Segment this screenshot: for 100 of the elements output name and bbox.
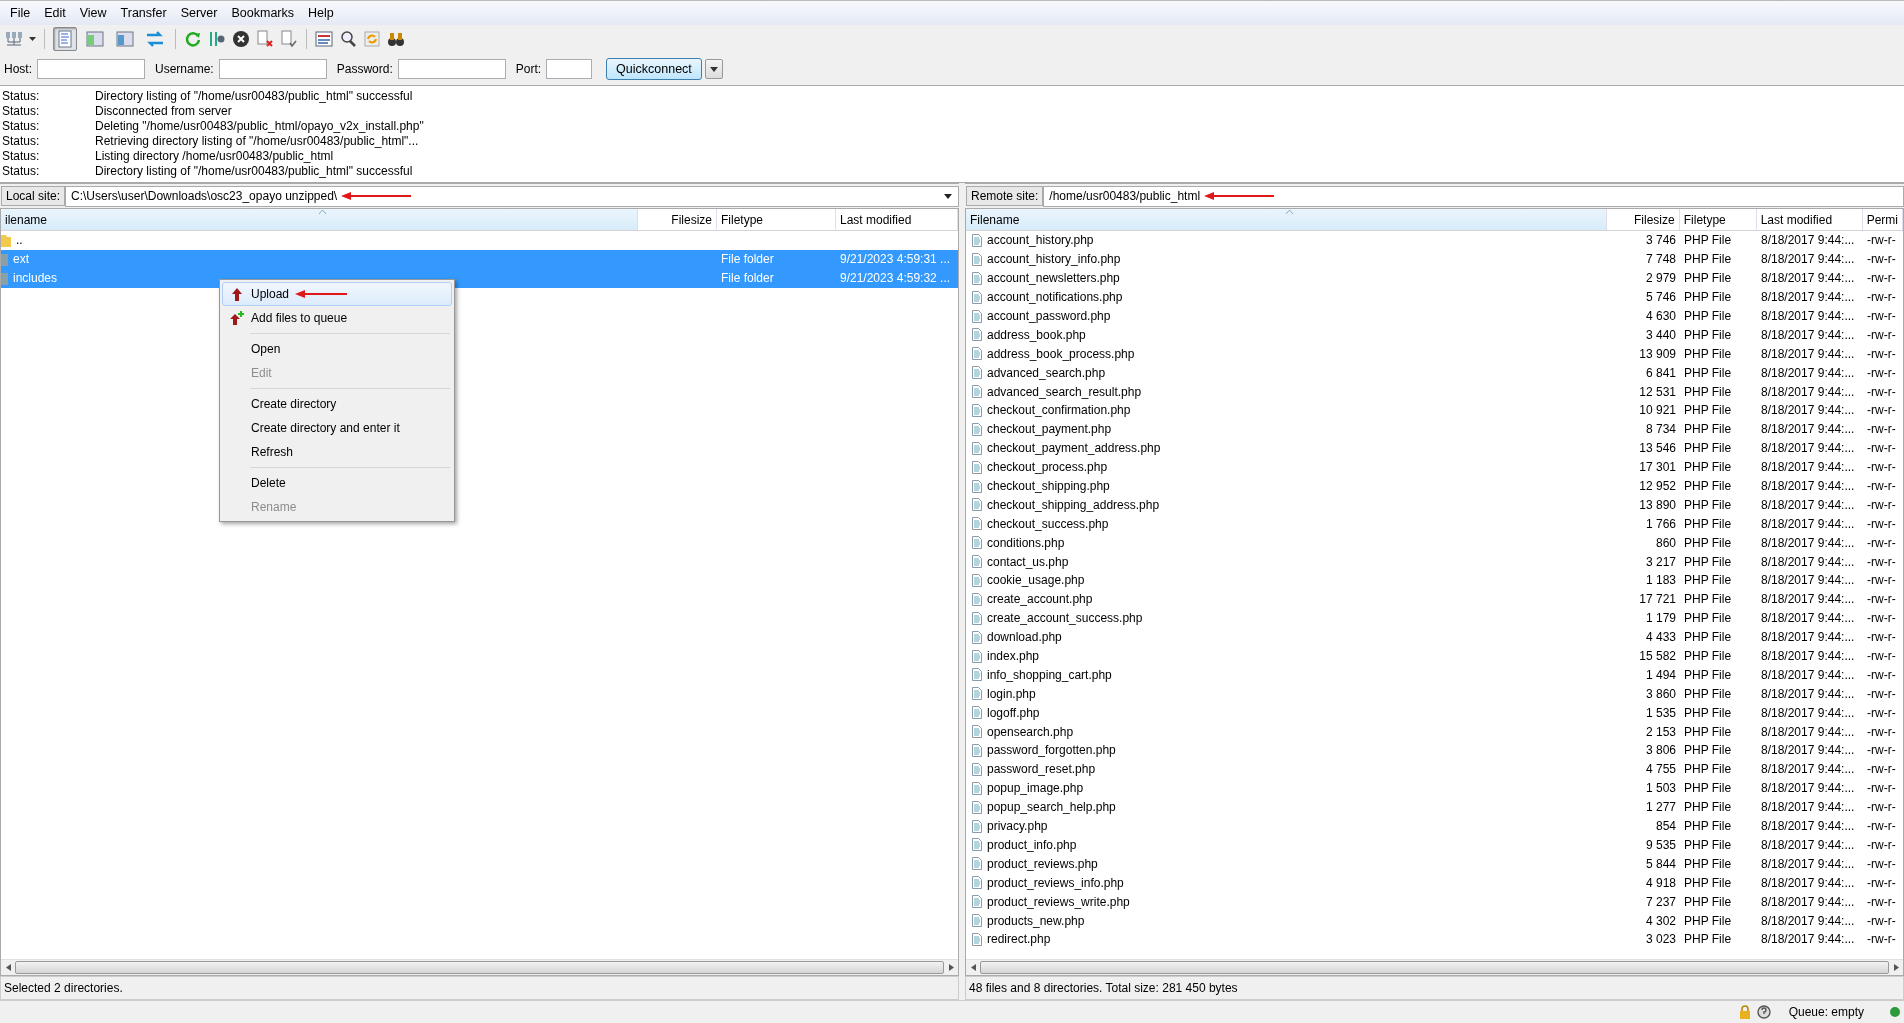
list-icon[interactable]	[315, 30, 333, 48]
column-header[interactable]: Permi	[1862, 209, 1903, 230]
permissions-cell: -rw-r-	[1867, 327, 1896, 342]
column-header[interactable]: ilename	[1, 209, 638, 230]
permissions-cell: -rw-r-	[1867, 724, 1896, 739]
menu-item[interactable]: Server	[174, 6, 224, 20]
filename-cell: password_forgotten.php	[987, 743, 1116, 758]
filesize-cell: 854	[1655, 819, 1676, 834]
scroll-right-icon[interactable]	[948, 964, 954, 971]
quickconnect-button[interactable]: Quickconnect	[606, 58, 702, 80]
permissions-cell: -rw-r-	[1867, 573, 1896, 588]
filesize-cell: 2 979	[1645, 271, 1676, 286]
filetype-cell: PHP File	[1684, 516, 1732, 531]
permissions-cell: -rw-r-	[1867, 762, 1896, 777]
site-label: Local site:	[1, 186, 66, 206]
modified-cell: 8/18/2017 9:44:...	[1761, 913, 1855, 928]
column-header[interactable]: Filetype	[717, 209, 836, 230]
permissions-cell: -rw-r-	[1867, 781, 1896, 796]
document-icon	[972, 460, 982, 474]
menu-item[interactable]: Open	[222, 337, 452, 361]
document-icon	[972, 800, 982, 814]
filetype-cell: PHP File	[1684, 271, 1732, 286]
permissions-cell: -rw-r-	[1867, 894, 1896, 909]
filename-cell: checkout_success.php	[987, 516, 1109, 531]
file-row[interactable]: ..	[1, 231, 958, 250]
column-header[interactable]: Filesize	[638, 209, 717, 230]
permissions-cell: -rw-r-	[1867, 649, 1896, 664]
permissions-cell: -rw-r-	[1867, 403, 1896, 418]
toolbar-toggle-button[interactable]	[53, 27, 77, 51]
modified-cell: 8/18/2017 9:44:...	[1761, 327, 1855, 342]
status-text: 48 files and 8 directories. Total size: 281 450 bytes	[965, 976, 1904, 1000]
input-field[interactable]	[218, 59, 327, 79]
input-field[interactable]	[546, 59, 593, 79]
dropdown-caret-icon[interactable]	[29, 37, 36, 41]
menu-item[interactable]: Edit	[38, 6, 72, 20]
filetype-cell: PHP File	[1684, 327, 1732, 342]
filetype-cell: PHP File	[1684, 705, 1732, 720]
scroll-left-icon[interactable]	[970, 964, 976, 971]
filetype-cell: PHP File	[1684, 592, 1732, 607]
filesize-cell: 9 535	[1645, 837, 1676, 852]
filesize-cell: 3 806	[1645, 743, 1676, 758]
filename-cell: product_reviews_write.php	[987, 894, 1130, 909]
document-icon	[972, 611, 982, 625]
permissions-cell: -rw-r-	[1867, 422, 1896, 437]
path-field[interactable]: C:\Users\user\Downloads\osc23_opayo unzipped\	[65, 185, 959, 207]
filetype-cell: PHP File	[1684, 837, 1732, 852]
input-field[interactable]	[37, 59, 145, 79]
filetype-cell: PHP File	[1684, 403, 1732, 418]
menu-item[interactable]: Delete	[222, 471, 452, 495]
permissions-cell: -rw-r-	[1867, 384, 1896, 399]
menu-item[interactable]: Help	[302, 6, 340, 20]
menu-item[interactable]: View	[73, 6, 113, 20]
server-grid-icon[interactable]	[5, 30, 23, 48]
document-icon	[972, 762, 982, 776]
column-header[interactable]: Filesize	[1606, 209, 1680, 230]
modified-cell: 8/18/2017 9:44:...	[1761, 290, 1855, 305]
menu-item[interactable]: Create directory and enter it	[222, 416, 452, 440]
magnifier-icon[interactable]	[339, 30, 357, 48]
permissions-cell: -rw-r-	[1867, 365, 1896, 380]
input-field[interactable]	[397, 59, 506, 79]
menu-item[interactable]: File	[4, 6, 37, 20]
modified-cell: 8/18/2017 9:44:...	[1761, 384, 1855, 399]
cancel-icon[interactable]	[232, 30, 250, 48]
document-icon	[972, 914, 982, 927]
horizontal-scrollbar[interactable]	[966, 959, 1903, 975]
permissions-cell: -rw-r-	[1867, 932, 1896, 947]
field-label: Host:	[4, 62, 32, 76]
filter-sliders-icon[interactable]	[208, 30, 226, 48]
document-x-icon[interactable]	[256, 30, 274, 48]
document-icon	[972, 271, 982, 285]
scroll-right-icon[interactable]	[1893, 964, 1899, 971]
filename-cell: checkout_confirmation.php	[987, 403, 1131, 418]
document-check-icon[interactable]	[280, 30, 298, 48]
binoculars-icon[interactable]	[387, 30, 405, 48]
filename-cell: create_account_success.php	[987, 611, 1143, 626]
filename-cell: account_newsletters.php	[987, 271, 1120, 286]
column-header[interactable]: Last modified	[836, 209, 958, 230]
horizontal-scrollbar[interactable]	[1, 959, 958, 975]
permissions-cell: -rw-r-	[1867, 913, 1896, 928]
modified-cell: 8/18/2017 9:44:...	[1761, 252, 1855, 267]
filename-cell: contact_us.php	[987, 554, 1069, 569]
column-header[interactable]: Filename	[966, 209, 1607, 230]
filetype-cell: PHP File	[1684, 554, 1732, 569]
modified-cell: 8/18/2017 9:44:...	[1761, 535, 1855, 550]
modified-cell: 8/18/2017 9:44:...	[1761, 630, 1855, 645]
column-header[interactable]: Last modified	[1756, 209, 1863, 230]
menu-item[interactable]: Bookmarks	[225, 6, 300, 20]
refresh-icon[interactable]	[184, 30, 202, 48]
menu-item[interactable]: Refresh	[222, 440, 452, 464]
path-field[interactable]: /home/usr00483/public_html	[1043, 185, 1904, 207]
filename-cell: products_new.php	[987, 913, 1085, 928]
document-icon	[972, 725, 982, 739]
dropdown-button[interactable]	[704, 59, 723, 79]
caret-icon[interactable]	[944, 193, 952, 199]
menu-item[interactable]: Add files to queue	[222, 306, 452, 330]
menu-item[interactable]: Transfer	[114, 6, 173, 20]
menu-item[interactable]: Upload	[222, 282, 452, 306]
menu-item[interactable]: Create directory	[222, 392, 452, 416]
scroll-left-icon[interactable]	[5, 964, 11, 971]
column-header[interactable]: Filetype	[1679, 209, 1757, 230]
